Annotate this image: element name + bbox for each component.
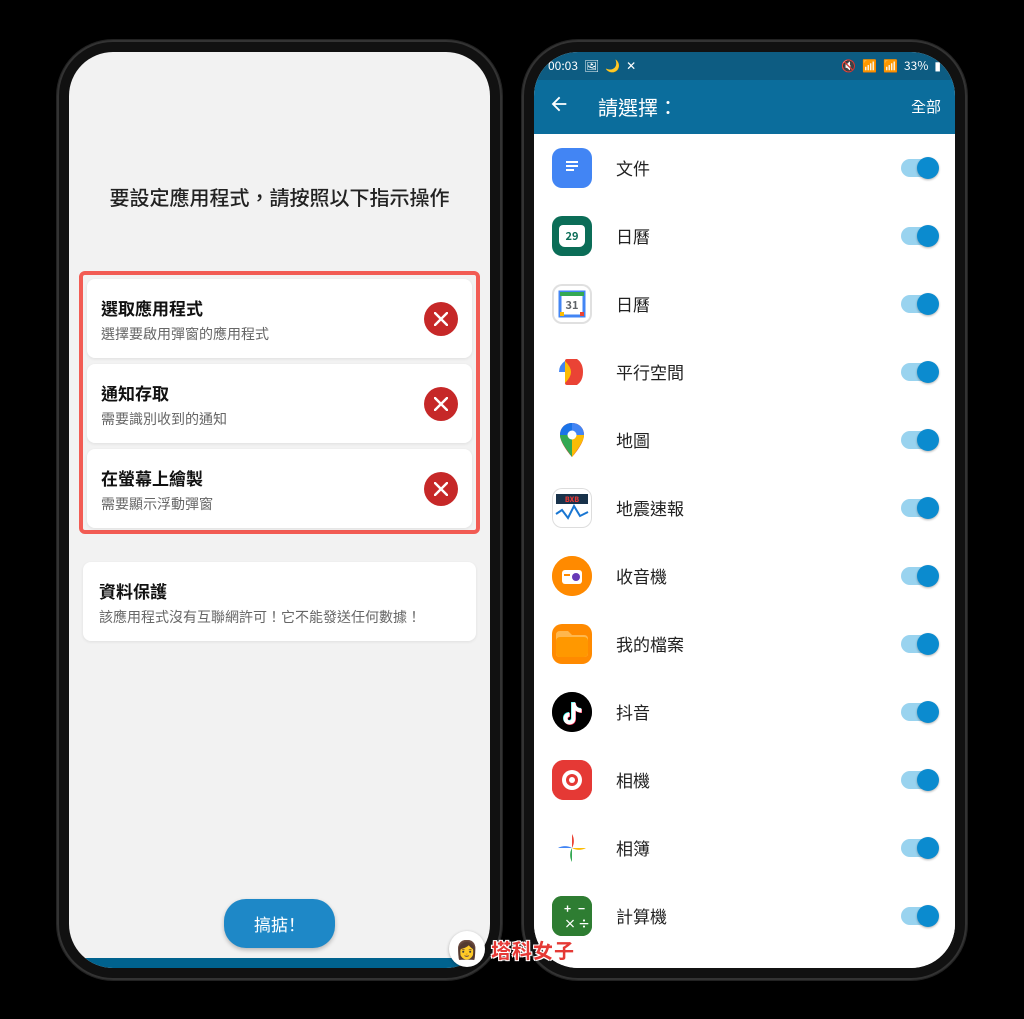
app-label: 日曆 xyxy=(616,291,877,316)
toggle-switch[interactable] xyxy=(901,635,937,653)
app-row-files[interactable]: 我的檔案 xyxy=(534,610,955,678)
signal-icon: 📶 xyxy=(883,57,898,74)
app-label: 我的檔案 xyxy=(616,631,877,656)
status-close-icon xyxy=(424,472,458,506)
step-subtitle: 需要顯示浮動彈窗 xyxy=(101,494,424,514)
info-title: 資料保護 xyxy=(99,578,460,603)
app-row-tiktok[interactable]: 抖音 xyxy=(534,678,955,746)
step-title: 選取應用程式 xyxy=(101,295,424,320)
app-label: 相機 xyxy=(616,767,877,792)
toggle-switch[interactable] xyxy=(901,907,937,925)
docs-icon xyxy=(552,148,592,188)
status-bar: 00:03 🖼 🌙 ✕ 🔇 📶 📶 33% ▮ xyxy=(534,52,955,80)
status-close-icon xyxy=(424,302,458,336)
files-icon xyxy=(552,624,592,664)
app-label: 抖音 xyxy=(616,699,877,724)
svg-text:×: × xyxy=(564,915,576,932)
tiktok-icon xyxy=(552,692,592,732)
toggle-switch[interactable] xyxy=(901,159,937,177)
camera-icon xyxy=(552,760,592,800)
step-select-apps[interactable]: 選取應用程式 選擇要啟用彈窗的應用程式 xyxy=(87,279,472,358)
svg-text:31: 31 xyxy=(566,297,579,313)
data-protection-card: 資料保護 該應用程式沒有互聯網許可！它不能發送任何數據！ xyxy=(83,562,476,641)
mute-icon: 🔇 xyxy=(841,57,856,74)
appbar-title: 請選擇： xyxy=(598,92,883,121)
done-button[interactable]: 搞掂！ xyxy=(224,899,335,948)
status-time: 00:03 xyxy=(548,57,578,74)
app-row-photos[interactable]: 相簿 xyxy=(534,814,955,882)
app-row-calculator[interactable]: +−×÷ 計算機 xyxy=(534,882,955,950)
app-bar: 請選擇： 全部 xyxy=(534,80,955,134)
parallel-space-icon xyxy=(552,352,592,392)
google-calendar-icon: 31 xyxy=(552,284,592,324)
app-row-google-calendar[interactable]: 31 日曆 xyxy=(534,270,955,338)
app-label: 計算機 xyxy=(616,903,877,928)
app-label: 文件 xyxy=(616,155,877,180)
step-draw-over-apps[interactable]: 在螢幕上繪製 需要顯示浮動彈窗 xyxy=(87,449,472,528)
app-label: 日曆 xyxy=(616,223,877,248)
battery-text: 33% xyxy=(904,57,928,74)
app-label: 收音機 xyxy=(616,563,877,588)
toggle-switch[interactable] xyxy=(901,771,937,789)
select-all-button[interactable]: 全部 xyxy=(911,96,941,117)
app-list[interactable]: 文件 29 日曆 31 日曆 平行空間 xyxy=(534,134,955,968)
image-icon: 🖼 xyxy=(584,57,599,74)
app-row-calendar-samsung[interactable]: 29 日曆 xyxy=(534,202,955,270)
back-button[interactable] xyxy=(548,93,570,120)
screen-left: 要設定應用程式，請按照以下指示操作 選取應用程式 選擇要啟用彈窗的應用程式 xyxy=(69,52,490,968)
toggle-switch[interactable] xyxy=(901,431,937,449)
nav-bar-strip xyxy=(69,958,490,968)
setup-heading: 要設定應用程式，請按照以下指示操作 xyxy=(69,182,490,211)
svg-text:÷: ÷ xyxy=(578,915,590,932)
svg-text:BXB: BXB xyxy=(565,495,579,505)
app-label: 相簿 xyxy=(616,835,877,860)
battery-icon: ▮ xyxy=(934,57,941,74)
app-label: 地震速報 xyxy=(616,495,877,520)
info-subtitle: 該應用程式沒有互聯網許可！它不能發送任何數據！ xyxy=(99,607,460,627)
step-subtitle: 需要識別收到的通知 xyxy=(101,409,424,429)
toggle-switch[interactable] xyxy=(901,839,937,857)
app-label: 平行空間 xyxy=(616,359,877,384)
toggle-switch[interactable] xyxy=(901,227,937,245)
moon-icon: 🌙 xyxy=(605,57,620,74)
step-title: 通知存取 xyxy=(101,380,424,405)
app-row-maps[interactable]: 地圖 xyxy=(534,406,955,474)
phone-left-mockup: 要設定應用程式，請按照以下指示操作 選取應用程式 選擇要啟用彈窗的應用程式 xyxy=(57,40,502,980)
status-close-icon xyxy=(424,387,458,421)
toggle-switch[interactable] xyxy=(901,499,937,517)
toggle-switch[interactable] xyxy=(901,295,937,313)
calculator-icon: +−×÷ xyxy=(552,896,592,936)
phone-right-mockup: 00:03 🖼 🌙 ✕ 🔇 📶 📶 33% ▮ 請選擇： 全部 xyxy=(522,40,967,980)
app-row-quake[interactable]: BXB 地震速報 xyxy=(534,474,955,542)
highlight-frame: 選取應用程式 選擇要啟用彈窗的應用程式 通知存取 需要識別收到的通知 xyxy=(79,271,480,534)
photos-icon xyxy=(552,828,592,868)
quake-icon: BXB xyxy=(552,488,592,528)
screen-right: 00:03 🖼 🌙 ✕ 🔇 📶 📶 33% ▮ 請選擇： 全部 xyxy=(534,52,955,968)
app-row-parallel-space[interactable]: 平行空間 xyxy=(534,338,955,406)
no-call-icon: ✕ xyxy=(626,57,636,74)
app-row-camera[interactable]: 相機 xyxy=(534,746,955,814)
step-subtitle: 選擇要啟用彈窗的應用程式 xyxy=(101,324,424,344)
step-notification-access[interactable]: 通知存取 需要識別收到的通知 xyxy=(87,364,472,443)
radio-icon xyxy=(552,556,592,596)
wifi-icon: 📶 xyxy=(862,57,877,74)
calendar-29-icon: 29 xyxy=(552,216,592,256)
step-title: 在螢幕上繪製 xyxy=(101,465,424,490)
app-label: 地圖 xyxy=(616,427,877,452)
maps-icon xyxy=(552,420,592,460)
toggle-switch[interactable] xyxy=(901,567,937,585)
app-row-radio[interactable]: 收音機 xyxy=(534,542,955,610)
toggle-switch[interactable] xyxy=(901,363,937,381)
toggle-switch[interactable] xyxy=(901,703,937,721)
app-row-docs[interactable]: 文件 xyxy=(534,134,955,202)
